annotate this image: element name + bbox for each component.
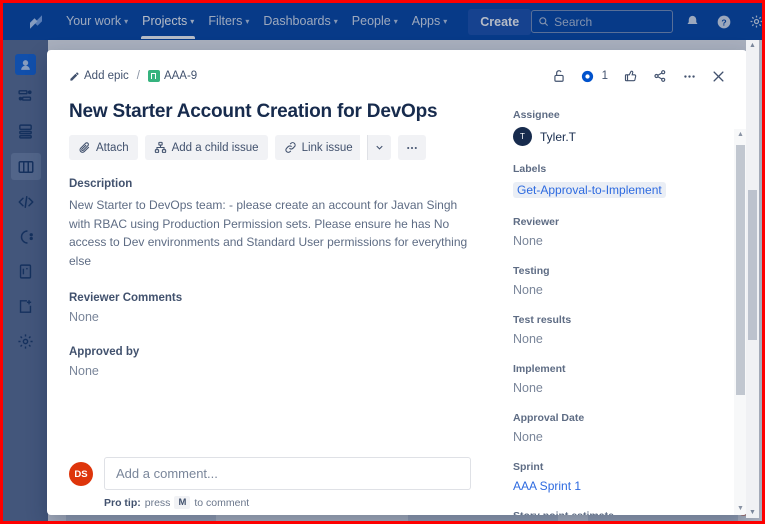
field-label: Sprint [513, 461, 544, 473]
scroll-up-icon[interactable]: ▲ [749, 40, 756, 51]
field-assignee: Assignee T Tyler.T [513, 109, 731, 146]
comment-row: DS Add a comment... [69, 457, 471, 490]
share-icon[interactable] [647, 63, 673, 89]
edit-pencil-icon [70, 71, 79, 81]
field-label: Story point estimate [513, 510, 731, 515]
comment-placeholder: Add a comment... [116, 466, 218, 481]
attach-button-label: Attach [96, 141, 129, 154]
add-child-issue-button[interactable]: Add a child issue [144, 135, 268, 160]
issue-action-buttons: Attach Add a child issue Link issue [69, 135, 479, 160]
chevron-down-icon [376, 145, 383, 150]
scroll-up-icon[interactable]: ▲ [737, 129, 744, 141]
field-label: Test results [513, 314, 572, 326]
add-comment-area: DS Add a comment... Pro tip: press M to … [69, 457, 471, 515]
attach-button[interactable]: Attach [69, 135, 138, 160]
link-icon [284, 142, 296, 153]
close-icon[interactable] [705, 63, 731, 89]
field-testing: Testing None [513, 265, 731, 297]
breadcrumb-epic-label: Add epic [84, 70, 129, 82]
field-reviewer-comments: Reviewer Comments None [69, 292, 479, 324]
field-label: Reviewer Comments [69, 292, 183, 305]
comment-protip: Pro tip: press M to comment [104, 496, 471, 509]
breadcrumb-add-epic[interactable]: Add epic [69, 70, 129, 82]
more-actions-icon [406, 146, 417, 149]
issue-details-panel: Assignee T Tyler.T Labels Get-Approval-t… [499, 95, 747, 515]
scroll-down-icon[interactable]: ▼ [749, 507, 756, 518]
field-value[interactable]: None [513, 283, 731, 297]
field-value[interactable]: None [513, 332, 731, 346]
issue-detail-modal: Add epic / AAA-9 1 New Starter Account C… [47, 50, 747, 515]
avatar: T [513, 127, 532, 146]
assignee-value[interactable]: T Tyler.T [513, 127, 731, 146]
paperclip-icon [79, 142, 90, 153]
field-value[interactable]: None [69, 310, 479, 324]
watch-eye-icon[interactable] [575, 63, 601, 89]
child-issue-icon [154, 141, 166, 153]
field-approval-date: Approval Date None [513, 412, 731, 444]
modal-header-actions: 1 [546, 63, 731, 89]
field-approved-by: Approved by None [69, 346, 479, 378]
modal-header: Add epic / AAA-9 1 [47, 50, 747, 95]
field-reviewer: Reviewer None [513, 216, 731, 248]
field-label: Approved by [69, 346, 140, 359]
field-label: Description [69, 178, 133, 190]
modal-body: New Starter Account Creation for DevOps … [47, 95, 747, 515]
link-issue-button[interactable]: Link issue [274, 135, 360, 160]
field-story-point-estimate: Story point estimate 3 [513, 510, 731, 515]
scrollbar-thumb[interactable] [748, 190, 757, 340]
field-label: Labels [513, 163, 547, 175]
issue-content-pane: New Starter Account Creation for DevOps … [47, 95, 499, 515]
label-chip[interactable]: Get-Approval-to-Implement [513, 182, 666, 198]
field-test-results: Test results None [513, 314, 731, 346]
protip-key: M [174, 496, 191, 509]
breadcrumb-issue-key[interactable]: AAA-9 [147, 70, 198, 82]
field-label: Implement [513, 363, 566, 375]
page-scrollbar[interactable]: ▲ ▼ [746, 40, 759, 518]
field-value[interactable]: None [513, 234, 731, 248]
field-value[interactable]: New Starter to DevOps team: - please cre… [69, 196, 479, 270]
scrollbar-thumb[interactable] [736, 145, 745, 395]
scroll-down-icon[interactable]: ▼ [737, 503, 744, 515]
field-label: Testing [513, 265, 550, 277]
comment-input[interactable]: Add a comment... [104, 457, 471, 490]
field-label: Approval Date [513, 412, 585, 424]
like-thumbsup-icon[interactable] [618, 63, 644, 89]
field-implement: Implement None [513, 363, 731, 395]
protip-prefix: Pro tip: [104, 496, 141, 509]
field-value[interactable]: None [513, 381, 731, 395]
breadcrumb: Add epic / AAA-9 [69, 70, 197, 82]
screenshot-root: You're in a team-managed project [0, 0, 765, 524]
field-label: Reviewer [513, 216, 560, 228]
link-issue-dropdown-button[interactable] [366, 135, 391, 160]
field-value[interactable]: None [513, 430, 731, 444]
story-icon [147, 70, 160, 82]
sprint-link[interactable]: AAA Sprint 1 [513, 479, 731, 493]
more-actions-icon[interactable] [676, 63, 702, 89]
field-sprint: Sprint AAA Sprint 1 [513, 461, 731, 493]
breadcrumb-separator: / [136, 70, 140, 82]
field-value[interactable]: None [69, 364, 479, 378]
issue-more-actions-button[interactable] [397, 135, 426, 160]
protip-mid: press [144, 496, 171, 509]
add-child-issue-label: Add a child issue [171, 141, 259, 154]
field-label: Assignee [513, 109, 560, 121]
page-title: New Starter Account Creation for DevOps [69, 101, 438, 122]
watch-count: 1 [601, 70, 608, 82]
avatar[interactable]: DS [69, 462, 93, 486]
assignee-name: Tyler.T [540, 129, 577, 144]
link-issue-label: Link issue [301, 141, 353, 154]
field-labels: Labels Get-Approval-to-Implement [513, 163, 731, 199]
field-description: Description New Starter to DevOps team: … [69, 178, 479, 270]
breadcrumb-issue-key-label: AAA-9 [163, 70, 198, 82]
protip-suffix: to comment [194, 496, 250, 509]
unlock-icon[interactable] [546, 63, 572, 89]
